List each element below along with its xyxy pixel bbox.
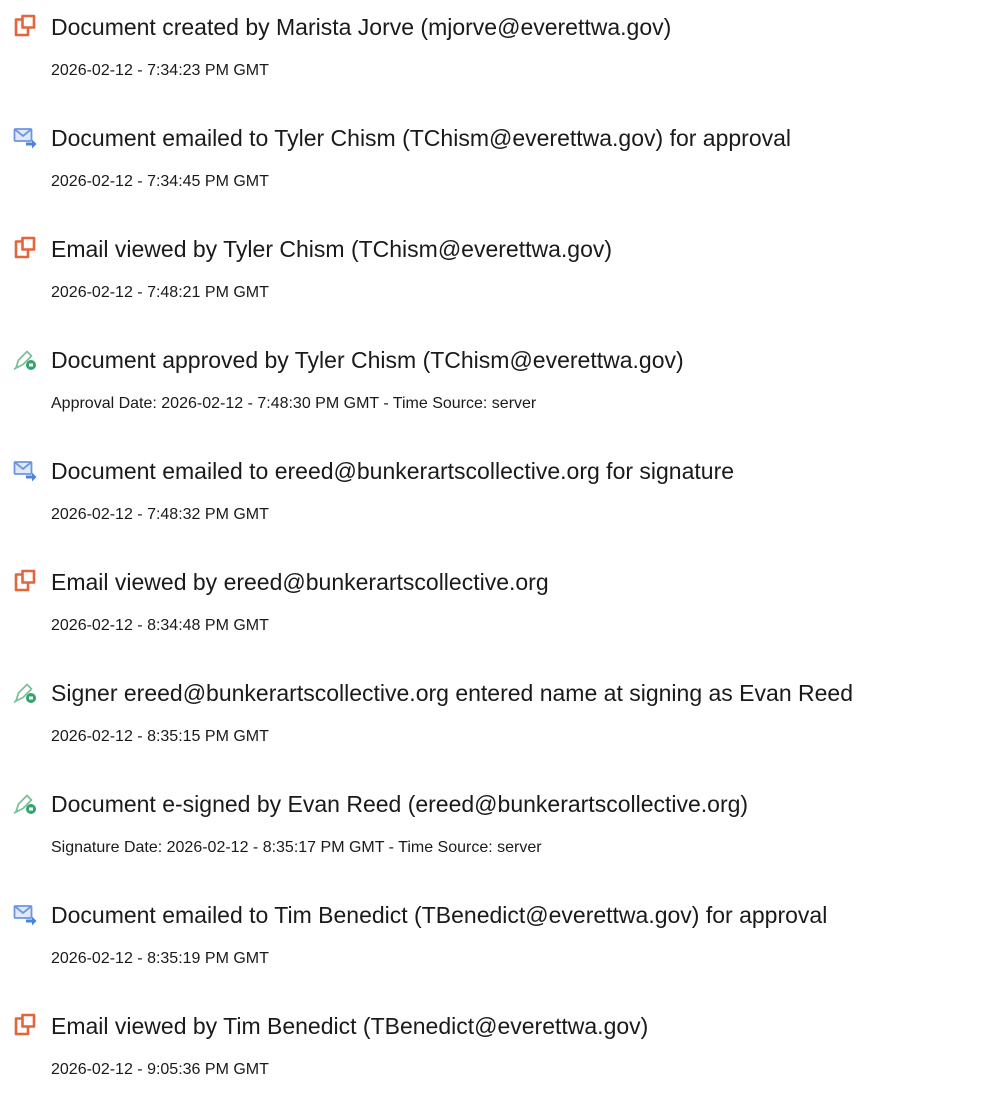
event-timestamp: 2026-02-12 - 8:35:19 PM GMT (51, 950, 269, 967)
document-view-icon (13, 1013, 37, 1037)
event-title: Document e-signed by Evan Reed (ereed@bu… (51, 791, 749, 817)
event-title: Document emailed to Tyler Chism (TChism@… (51, 125, 792, 151)
event-title: Document emailed to ereed@bunkerartscoll… (51, 458, 735, 484)
event-title: Document emailed to Tim Benedict (TBened… (51, 902, 828, 928)
audit-event: Email viewed by ereed@bunkerartscollecti… (0, 568, 981, 648)
email-sent-icon (13, 125, 37, 149)
email-sent-icon (13, 902, 37, 926)
event-timestamp: Approval Date: 2026-02-12 - 7:48:30 PM G… (51, 395, 537, 412)
event-title: Document created by Marista Jorve (mjorv… (51, 14, 672, 40)
event-timestamp: 2026-02-12 - 7:34:23 PM GMT (51, 62, 269, 79)
audit-event: Document emailed to Tyler Chism (TChism@… (0, 124, 981, 204)
pen-sign-icon (13, 680, 37, 704)
event-timestamp: 2026-02-12 - 8:35:15 PM GMT (51, 728, 269, 745)
event-timestamp: 2026-02-12 - 8:34:48 PM GMT (51, 617, 269, 634)
event-timestamp: 2026-02-12 - 7:48:32 PM GMT (51, 506, 269, 523)
pen-sign-icon (13, 791, 37, 815)
event-title: Email viewed by ereed@bunkerartscollecti… (51, 569, 549, 595)
audit-event: Document approved by Tyler Chism (TChism… (0, 346, 981, 426)
audit-event: Signer ereed@bunkerartscollective.org en… (0, 679, 981, 759)
document-view-icon (13, 14, 37, 38)
event-timestamp: Signature Date: 2026-02-12 - 8:35:17 PM … (51, 839, 542, 856)
pen-sign-icon (13, 347, 37, 371)
audit-event: Document e-signed by Evan Reed (ereed@bu… (0, 790, 981, 870)
audit-event: Document emailed to ereed@bunkerartscoll… (0, 457, 981, 537)
audit-event: Email viewed by Tim Benedict (TBenedict@… (0, 1012, 981, 1092)
event-title: Signer ereed@bunkerartscollective.org en… (51, 680, 853, 706)
audit-event: Document created by Marista Jorve (mjorv… (0, 13, 981, 93)
document-view-icon (13, 236, 37, 260)
event-timestamp: 2026-02-12 - 7:34:45 PM GMT (51, 173, 269, 190)
document-view-icon (13, 569, 37, 593)
event-title: Email viewed by Tim Benedict (TBenedict@… (51, 1013, 649, 1039)
audit-event: Email viewed by Tyler Chism (TChism@ever… (0, 235, 981, 315)
event-title: Email viewed by Tyler Chism (TChism@ever… (51, 236, 613, 262)
event-title: Document approved by Tyler Chism (TChism… (51, 347, 684, 373)
audit-event: Document emailed to Tim Benedict (TBened… (0, 901, 981, 981)
email-sent-icon (13, 458, 37, 482)
event-timestamp: 2026-02-12 - 9:05:36 PM GMT (51, 1061, 269, 1078)
event-timestamp: 2026-02-12 - 7:48:21 PM GMT (51, 284, 269, 301)
